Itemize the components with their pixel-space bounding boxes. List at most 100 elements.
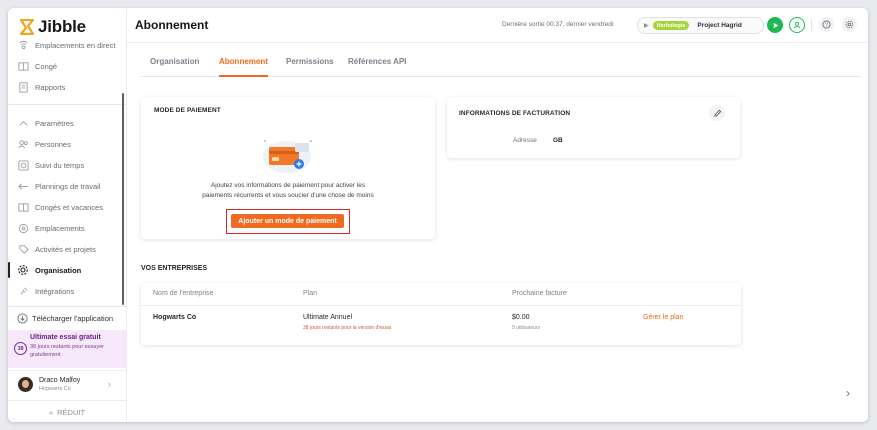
- trial-days-badge: 38: [14, 342, 27, 355]
- location-icon: [17, 222, 29, 234]
- sidebar-item-label: Paramètres: [35, 118, 74, 128]
- help-icon: ?: [822, 20, 831, 29]
- payment-description: Ajoutez vos informations de paiement pou…: [141, 181, 435, 201]
- double-chevron-left-icon: «: [48, 407, 54, 417]
- activities-icon: [17, 243, 29, 255]
- top-bar: Abonnement Dernière sortie 00:37, dernie…: [127, 8, 868, 43]
- clock-in-button[interactable]: [767, 17, 783, 33]
- main-content: Abonnement Dernière sortie 00:37, dernie…: [126, 8, 868, 422]
- sidebar: Jibble Emplacements en direct Congé Rapp…: [8, 8, 126, 422]
- sidebar-scrollbar[interactable]: [122, 93, 124, 305]
- payment-method-card: MODE DE PAIEMENT Ajoutez vos information…: [141, 97, 435, 239]
- column-header-next-invoice: Prochaine facture: [512, 290, 567, 297]
- activity-tag: Herbologie: [652, 21, 690, 30]
- settings-button[interactable]: [842, 17, 857, 32]
- sidebar-item-label: Emplacements en direct: [35, 40, 116, 50]
- trial-banner[interactable]: 38 Ultimate essai gratuit 38 jours resta…: [8, 330, 126, 368]
- sidebar-item-label: Personnes: [35, 139, 71, 149]
- tab-permissions[interactable]: Permissions: [286, 57, 334, 76]
- play-small-icon: ▶: [644, 23, 649, 29]
- plan-trial-remaining: 38 jours restants pour la version d'essa…: [303, 325, 391, 331]
- sidebar-item-settings[interactable]: Paramètres: [8, 114, 126, 132]
- highlight-box: Ajouter un mode de paiement: [226, 209, 350, 234]
- sidebar-item-label: Activités et projets: [35, 244, 96, 254]
- work-schedule-icon: [17, 180, 29, 192]
- credit-card-illustration-icon: [263, 140, 312, 173]
- sidebar-item-label: Emplacements: [35, 223, 85, 233]
- logo-text: Jibble: [38, 17, 86, 36]
- payment-method-title: MODE DE PAIEMENT: [154, 107, 221, 114]
- download-icon: [17, 312, 28, 324]
- sidebar-item-holidays[interactable]: Congés et vacances: [8, 198, 126, 216]
- jibble-logo-icon: [20, 19, 34, 35]
- address-value: GB: [553, 137, 563, 144]
- chevron-right-icon[interactable]: ›: [846, 386, 850, 400]
- sidebar-item-reports[interactable]: Rapports: [8, 78, 126, 96]
- gear-icon: [845, 20, 854, 29]
- sidebar-item-locations[interactable]: Emplacements: [8, 219, 126, 237]
- last-clock-out: Dernière sortie 00:37, dernier vendredi: [502, 21, 614, 28]
- user-profile[interactable]: Draco Malfoy Hogwarts Co ›: [8, 370, 126, 399]
- app-window: Jibble Emplacements en direct Congé Rapp…: [8, 8, 868, 422]
- settings-chevron-icon: [17, 117, 29, 129]
- add-payment-method-button[interactable]: Ajouter un mode de paiement: [231, 214, 344, 228]
- invoice-amount: $0.00: [512, 314, 530, 321]
- pencil-icon: [713, 109, 721, 117]
- play-icon: [773, 22, 778, 28]
- sidebar-divider: [8, 306, 126, 307]
- tab-organisation[interactable]: Organisation: [150, 57, 199, 76]
- user-status-button[interactable]: [789, 17, 805, 33]
- sidebar-item-people[interactable]: Personnes: [8, 135, 126, 153]
- download-app-button[interactable]: Télécharger l'application: [8, 308, 126, 328]
- download-app-label: Télécharger l'application: [32, 313, 114, 323]
- sidebar-item-time-tracking[interactable]: Suivi du temps: [8, 156, 126, 174]
- column-header-plan: Plan: [303, 290, 318, 297]
- organisation-gear-icon: [17, 264, 29, 276]
- sidebar-item-activities[interactable]: Activités et projets: [8, 240, 126, 258]
- collapse-label: RÉDUIT: [57, 407, 86, 417]
- reports-icon: [17, 81, 29, 93]
- column-header-company: Nom de l'entreprise: [153, 290, 214, 297]
- tab-bar: Organisation Abonnement Permissions Réfé…: [141, 57, 861, 77]
- user-company: Hogwarts Co: [39, 386, 71, 392]
- sidebar-item-organisation[interactable]: Organisation: [8, 261, 126, 279]
- table-header: Nom de l'entreprise Plan Prochaine factu…: [141, 283, 741, 306]
- sidebar-item-leave[interactable]: Congé: [8, 57, 126, 75]
- collapse-sidebar-button[interactable]: « RÉDUIT: [8, 400, 126, 422]
- user-icon: [793, 21, 801, 29]
- sidebar-item-work-schedules[interactable]: Plannings de travail: [8, 177, 126, 195]
- live-location-icon: [17, 39, 29, 51]
- trial-subtitle: 38 jours restants pour essayer gratuitem…: [30, 344, 104, 358]
- tab-subscription[interactable]: Abonnement: [219, 57, 268, 77]
- svg-text:?: ?: [825, 22, 828, 28]
- chevron-right-icon: ›: [108, 379, 111, 389]
- page-title: Abonnement: [135, 18, 209, 32]
- sidebar-item-label: Congé: [35, 61, 58, 71]
- time-tracking-icon: [17, 159, 29, 171]
- tab-api-references[interactable]: Références API: [348, 57, 406, 76]
- sidebar-item-integrations[interactable]: Intégrations: [8, 282, 126, 300]
- sidebar-item-label: Plannings de travail: [35, 181, 101, 191]
- companies-section-title: VOS ENTREPRISES: [141, 265, 208, 272]
- manage-plan-link[interactable]: Gérer le plan: [643, 314, 683, 321]
- sidebar-item-label: Intégrations: [35, 286, 75, 296]
- avatar: [18, 377, 33, 392]
- timer-selector[interactable]: ▶ Herbologie Project Hagrid: [637, 17, 764, 34]
- topbar-divider: [811, 19, 812, 31]
- companies-table: Nom de l'entreprise Plan Prochaine factu…: [141, 283, 741, 345]
- sidebar-item-live-locations[interactable]: Emplacements en direct: [8, 36, 126, 54]
- payment-description-line: paiements récurrents et vous soucier d'u…: [202, 192, 374, 199]
- help-button[interactable]: ?: [819, 17, 834, 32]
- billing-info-title: INFORMATIONS DE FACTURATION: [459, 110, 571, 117]
- jibble-logo[interactable]: Jibble: [20, 17, 86, 37]
- leave-icon: [17, 60, 29, 72]
- address-label: Adresse: [513, 137, 537, 144]
- payment-description-line: Ajoutez vos informations de paiement pou…: [210, 182, 366, 189]
- user-name: Draco Malfoy: [39, 377, 81, 384]
- sidebar-divider: [8, 104, 126, 105]
- edit-billing-button[interactable]: [709, 105, 725, 121]
- sidebar-item-label: Rapports: [35, 82, 66, 92]
- trial-title: Ultimate essai gratuit: [30, 334, 101, 341]
- project-name: Project Hagrid: [697, 22, 742, 29]
- company-name: Hogwarts Co: [153, 314, 197, 321]
